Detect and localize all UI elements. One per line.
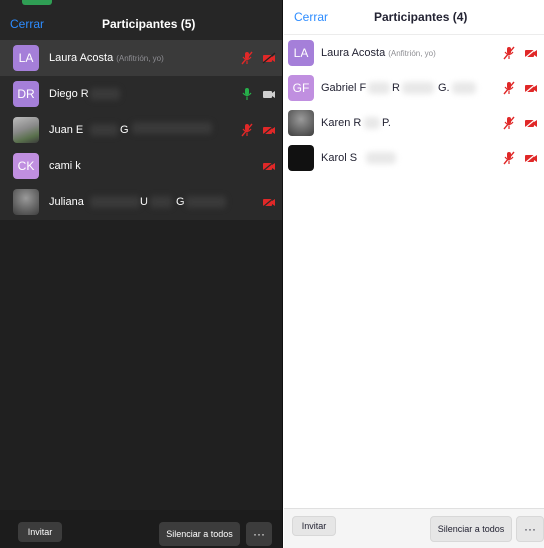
redacted-name-blur [132, 122, 212, 134]
avatar: GF [288, 74, 314, 101]
participant-name: Juan E [49, 124, 84, 136]
participant-name-text: Laura Acosta [49, 52, 114, 64]
avatar: LA [288, 39, 314, 66]
panel-title: Participantes (4) [374, 10, 468, 24]
video-off-icon[interactable] [262, 123, 276, 137]
participant-status-icons [502, 46, 538, 60]
mute-all-button[interactable]: Silenciar a todos [159, 522, 240, 546]
panel-header: Cerrar Participantes (4) [284, 0, 544, 34]
host-tag: (Anfitrión, yo) [116, 54, 164, 63]
avatar-photo [288, 144, 314, 171]
close-button[interactable]: Cerrar [294, 10, 328, 24]
muted-microphone-icon[interactable] [240, 51, 254, 65]
avatar: CK [13, 153, 39, 179]
panel-footer: Invitar Silenciar a todos ··· [0, 510, 282, 548]
participant-name-fragment: P. [382, 116, 391, 129]
participant-list: LA Laura Acosta (Anfitrión, yo) DR Diego … [0, 40, 282, 220]
muted-microphone-icon[interactable] [502, 151, 516, 165]
video-camera-icon[interactable] [262, 87, 276, 101]
participant-name-fragment: U [140, 196, 148, 208]
redacted-name-blur [364, 117, 380, 129]
participants-panel-light: Cerrar Participantes (4) LA Laura Acosta… [284, 0, 544, 548]
participant-row[interactable]: Karol S [284, 140, 544, 175]
avatar-photo [288, 109, 314, 136]
avatar: LA [13, 45, 39, 71]
video-off-icon[interactable] [524, 46, 538, 60]
participant-row[interactable]: LA Laura Acosta (Anfitrión, yo) [284, 35, 544, 70]
redacted-name-blur [368, 82, 390, 94]
mute-all-button[interactable]: Silenciar a todos [430, 516, 512, 542]
participant-row[interactable]: Juan E G [0, 112, 282, 148]
participant-status-icons [502, 81, 538, 95]
participant-status-icons [240, 123, 276, 137]
participant-row[interactable]: GF Gabriel F R G. [284, 70, 544, 105]
participant-name-fragment: R [392, 81, 400, 94]
redacted-name-blur [452, 82, 476, 94]
muted-microphone-icon[interactable] [502, 116, 516, 130]
redacted-name-blur [90, 196, 140, 208]
participant-name: Laura Acosta (Anfitrión, yo) [321, 47, 436, 59]
muted-microphone-icon[interactable] [502, 46, 516, 60]
participants-panel-dark: Cerrar Participantes (5) LA Laura Acosta… [0, 0, 283, 548]
participant-name-fragment: G [120, 124, 129, 136]
video-off-icon[interactable] [524, 116, 538, 130]
participant-status-icons [262, 159, 276, 173]
video-off-icon[interactable] [524, 151, 538, 165]
participant-name: Laura Acosta (Anfitrión, yo) [49, 52, 164, 64]
video-off-icon[interactable] [262, 51, 276, 65]
participant-status-icons [502, 151, 538, 165]
participant-row[interactable]: CK cami k [0, 148, 282, 184]
more-options-button[interactable]: ··· [516, 516, 544, 542]
redacted-name-blur [186, 196, 226, 208]
redacted-name-blur [90, 124, 118, 136]
participant-list: LA Laura Acosta (Anfitrión, yo) GF Gabrie… [284, 34, 544, 175]
participant-status-icons [240, 87, 276, 101]
participant-status-icons [502, 116, 538, 130]
avatar-photo [13, 117, 39, 143]
avatar: DR [13, 81, 39, 107]
invite-button[interactable]: Invitar [18, 522, 62, 542]
participant-row[interactable]: Karen R P. [284, 105, 544, 140]
redacted-name-blur [366, 152, 396, 164]
microphone-icon[interactable] [240, 87, 254, 101]
participant-name: Karol S [321, 151, 358, 164]
participant-name-text: Laura Acosta [321, 46, 386, 59]
participant-name: Diego R [49, 88, 89, 100]
panel-title: Participantes (5) [102, 17, 196, 31]
participant-name: Karen R [321, 116, 362, 129]
video-off-icon[interactable] [524, 81, 538, 95]
redacted-name-blur [150, 196, 172, 208]
participant-status-icons [262, 195, 276, 209]
participant-name: Gabriel F [321, 81, 367, 94]
video-off-icon[interactable] [262, 159, 276, 173]
panel-header: Cerrar Participantes (5) [0, 0, 282, 40]
participant-row[interactable]: Juliana U G [0, 184, 282, 220]
host-tag: (Anfitrión, yo) [388, 48, 436, 58]
more-options-button[interactable]: ··· [246, 522, 272, 546]
muted-microphone-icon[interactable] [502, 81, 516, 95]
redacted-name-blur [402, 82, 434, 94]
redacted-name-blur [90, 88, 120, 100]
panel-footer: Invitar Silenciar a todos ··· [284, 508, 544, 548]
participant-name: cami k [49, 160, 81, 172]
participant-name-fragment: G. [438, 81, 450, 94]
participant-row[interactable]: LA Laura Acosta (Anfitrión, yo) [0, 40, 282, 76]
close-button[interactable]: Cerrar [10, 17, 44, 31]
active-indicator-strip [22, 0, 52, 5]
video-off-icon[interactable] [262, 195, 276, 209]
invite-button[interactable]: Invitar [292, 516, 336, 536]
avatar-photo [13, 189, 39, 215]
participant-status-icons [240, 51, 276, 65]
participant-name-fragment: G [176, 196, 185, 208]
participant-row[interactable]: DR Diego R [0, 76, 282, 112]
muted-microphone-icon[interactable] [240, 123, 254, 137]
participant-name: Juliana [49, 196, 84, 208]
